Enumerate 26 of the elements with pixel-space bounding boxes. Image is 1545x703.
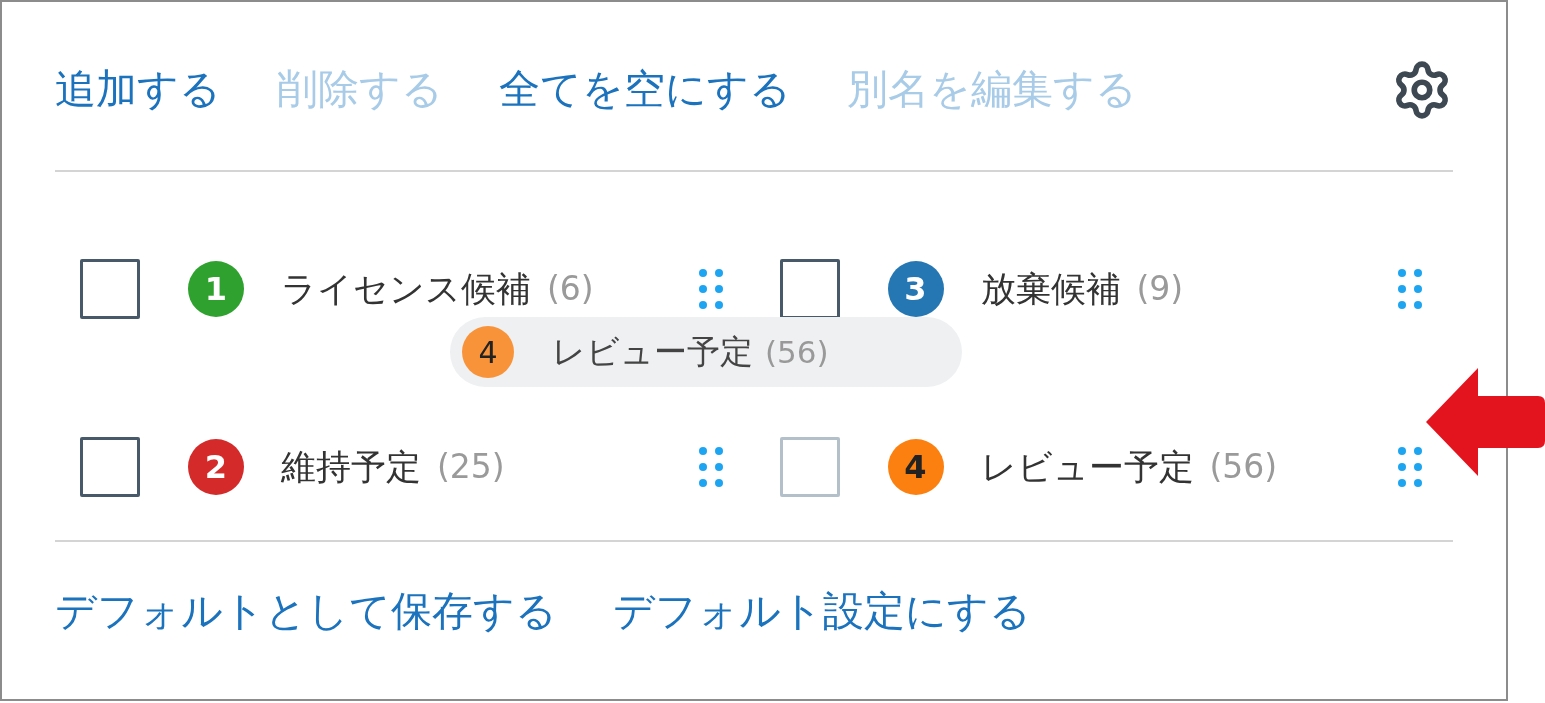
label-name: 放棄候補 <box>980 267 1121 311</box>
label-count: (56) <box>765 332 829 372</box>
label-name: ライセンス候補 <box>281 267 531 311</box>
number-badge: 4 <box>887 439 944 495</box>
drag-handle-icon[interactable] <box>1397 445 1423 489</box>
footer-link[interactable]: デフォルトとして保存する <box>55 581 557 643</box>
number-badge: 1 <box>188 261 244 317</box>
label-name: 維持予定 <box>281 445 421 489</box>
checkbox[interactable] <box>80 437 140 497</box>
label-count: (25) <box>437 446 505 489</box>
action-link[interactable]: 追加する <box>55 59 221 121</box>
label-name: レビュー予定 <box>552 331 753 374</box>
drag-handle-icon[interactable] <box>697 267 724 311</box>
number-badge: 2 <box>188 439 244 495</box>
number-badge: 4 <box>462 326 514 378</box>
checkbox[interactable] <box>779 437 840 497</box>
checkbox[interactable] <box>80 259 140 319</box>
footer-link[interactable]: デフォルト設定にする <box>613 581 1031 643</box>
drag-handle-icon[interactable] <box>697 445 724 489</box>
drag-handle-icon[interactable] <box>1397 267 1423 311</box>
number-badge: 3 <box>887 261 944 317</box>
label-name: レビュー予定 <box>980 445 1194 489</box>
label-count: (9) <box>1136 268 1184 311</box>
action-link[interactable]: 全てを空にする <box>499 59 791 121</box>
label-count: (56) <box>1209 446 1278 489</box>
label-count: (6) <box>547 268 594 311</box>
